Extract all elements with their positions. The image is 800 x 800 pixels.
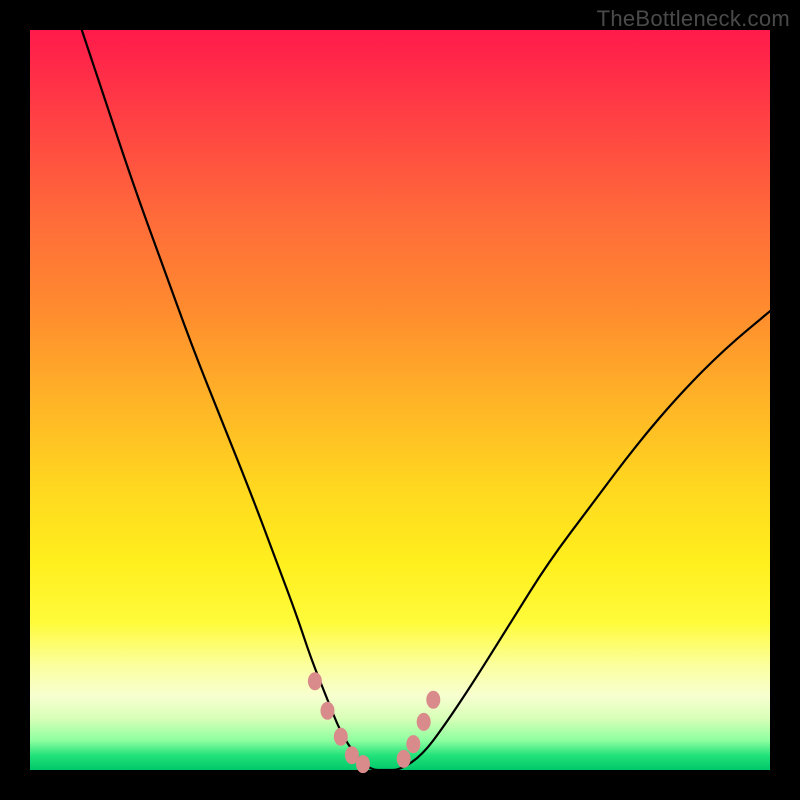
watermark-text: TheBottleneck.com (597, 6, 790, 32)
plot-area (30, 30, 770, 770)
curve-layer (30, 30, 770, 770)
highlight-dot (417, 713, 431, 731)
highlight-dot (397, 750, 411, 768)
chart-frame: TheBottleneck.com (0, 0, 800, 800)
highlight-dot (356, 755, 370, 773)
highlight-dot (308, 672, 322, 690)
bottleneck-curve (82, 30, 770, 770)
highlight-dot (426, 691, 440, 709)
highlight-dot (334, 728, 348, 746)
highlight-dot (406, 735, 420, 753)
highlight-dot (320, 702, 334, 720)
highlight-dots (308, 672, 440, 773)
